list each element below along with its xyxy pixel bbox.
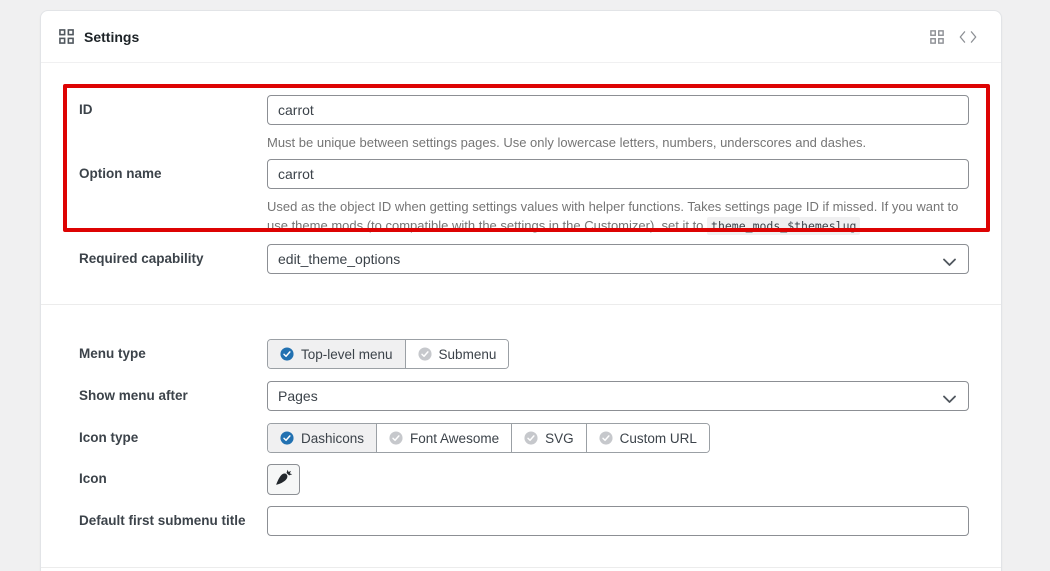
carrot-icon xyxy=(274,468,293,492)
section-divider xyxy=(41,567,1001,568)
header-actions xyxy=(930,29,977,44)
option-name-help-after: . xyxy=(860,218,868,233)
settings-panel: Settings ID Must be unique between setti… xyxy=(40,10,1002,571)
menu-type-segmented-control: Top-level menu Submenu xyxy=(267,339,510,369)
icon-type-option-font-awesome[interactable]: Font Awesome xyxy=(376,424,512,452)
check-circle-icon xyxy=(599,431,613,445)
icon-picker-button[interactable] xyxy=(267,464,300,495)
required-capability-label: Required capability xyxy=(79,251,204,266)
section-divider xyxy=(41,304,1001,305)
panel-header: Settings xyxy=(41,11,1001,63)
option-name-input[interactable] xyxy=(267,159,969,189)
show-menu-after-label: Show menu after xyxy=(79,388,188,403)
option-name-help-text: Used as the object ID when getting setti… xyxy=(267,197,969,236)
option-name-label: Option name xyxy=(79,166,162,181)
icon-label: Icon xyxy=(79,471,107,486)
menu-type-label: Menu type xyxy=(79,346,146,361)
segment-label: SVG xyxy=(545,430,574,446)
icon-type-label: Icon type xyxy=(79,430,139,445)
default-first-submenu-title-input[interactable] xyxy=(267,506,969,536)
id-help-text: Must be unique between settings pages. U… xyxy=(267,135,867,150)
icon-type-segmented-control: Dashicons Font Awesome SVG Custom URL xyxy=(267,423,710,453)
icon-type-option-custom-url[interactable]: Custom URL xyxy=(585,424,709,452)
check-circle-icon xyxy=(524,431,538,445)
segment-label: Font Awesome xyxy=(410,430,500,446)
layout-grid-icon[interactable] xyxy=(930,29,944,44)
grid-icon xyxy=(59,29,74,44)
required-capability-value: edit_theme_options xyxy=(278,251,401,267)
segment-label: Top-level menu xyxy=(301,346,393,362)
icon-type-option-svg[interactable]: SVG xyxy=(511,424,586,452)
segment-label: Submenu xyxy=(438,346,497,362)
default-first-submenu-title-label: Default first submenu title xyxy=(79,513,246,528)
menu-type-option-top-level-menu[interactable]: Top-level menu xyxy=(268,340,405,368)
show-menu-after-value: Pages xyxy=(278,388,318,404)
check-circle-icon xyxy=(389,431,403,445)
chevron-down-icon xyxy=(943,391,956,407)
segment-label: Custom URL xyxy=(619,430,697,446)
icon-type-option-dashicons[interactable]: Dashicons xyxy=(268,424,377,452)
id-label: ID xyxy=(79,102,93,117)
check-circle-icon xyxy=(417,347,432,361)
required-capability-select[interactable]: edit_theme_options xyxy=(267,244,969,274)
check-circle-icon xyxy=(280,431,294,445)
check-circle-icon xyxy=(280,347,294,361)
menu-type-option-submenu[interactable]: Submenu xyxy=(404,340,509,368)
segment-label: Dashicons xyxy=(301,430,365,446)
code-icon[interactable] xyxy=(959,30,977,43)
option-name-help-code: theme_mods_$themeslug xyxy=(707,217,861,235)
panel-title: Settings xyxy=(84,28,140,45)
chevron-down-icon xyxy=(943,254,956,270)
id-input[interactable] xyxy=(267,95,969,125)
show-menu-after-select[interactable]: Pages xyxy=(267,381,969,411)
